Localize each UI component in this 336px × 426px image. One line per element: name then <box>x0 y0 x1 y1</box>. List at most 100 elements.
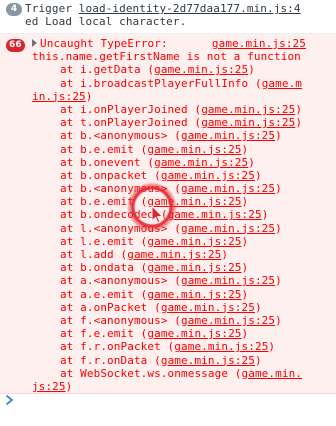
stack-frame-caller: at a.onPacket ( <box>60 300 161 314</box>
stack-frame-source-link[interactable]: game.min.js:25 <box>181 129 275 142</box>
stack-frame-source-link[interactable]: game.min.js:25 <box>181 222 275 235</box>
stack-frame-source-link[interactable]: game.min.js:25 <box>201 116 295 129</box>
stack-frame: at b.ondata (game.min.js:25) <box>32 261 332 274</box>
stack-frame-close: ) <box>248 155 255 169</box>
stack-frame-caller: at i.broadcastPlayerFullInfo ( <box>60 76 262 90</box>
stack-frame: at b.e.emit (game.min.js:25) <box>32 195 332 208</box>
stack-frame: at b.onpacket (game.min.js:25) <box>32 169 332 182</box>
stack-frame: at f.<anonymous> (game.min.js:25) <box>32 314 332 327</box>
stack-frame-close: ) <box>65 379 73 393</box>
stack-frame-caller: at i.getData ( <box>60 63 155 77</box>
stack-frame-close: ) <box>261 208 269 222</box>
console-prompt[interactable] <box>4 392 24 408</box>
stack-frame: at l.add (game.min.js:25) <box>32 248 332 261</box>
stack-frame-source-link[interactable]: game.min.js:25 <box>181 274 275 287</box>
stack-frame-caller: at b.onpacket ( <box>60 168 161 182</box>
console-prompt-icon <box>6 395 13 405</box>
stack-frame: at b.e.emit (game.min.js:25) <box>32 143 332 156</box>
error-header-line[interactable]: Uncaught TypeError: game.min.js:25 <box>32 37 332 50</box>
error-title: Uncaught TypeError: <box>40 37 168 50</box>
error-count-badge: 66 <box>6 39 25 52</box>
error-title-wrap: Uncaught TypeError: <box>32 37 168 50</box>
stack-frame-source-link[interactable]: game.min.js:25 <box>154 63 248 76</box>
stack-frame-source-link[interactable]: game.min.js:25 <box>147 195 241 208</box>
stack-frame-source-link[interactable]: game.min.js:25 <box>147 327 241 340</box>
stack-frame-source-link[interactable]: game.min.js:25 <box>161 169 255 182</box>
stack-frame-close: ) <box>254 168 262 182</box>
stack-frame: at a.onPacket (game.min.js:25) <box>32 301 332 314</box>
stack-frame-caller: at l.<anonymous> ( <box>60 221 182 235</box>
disclosure-triangle-icon[interactable] <box>32 39 37 47</box>
stack-frame-source-link[interactable]: game.min.js:25 <box>147 235 241 248</box>
stack-frame-close: ) <box>268 340 276 354</box>
stack-frame: at b.<anonymous> (game.min.js:25) <box>32 129 332 142</box>
stack-frame-source-link[interactable]: game.min.js:25 <box>181 314 275 327</box>
stack-frame-caller: at b.ondecoded ( <box>60 208 168 222</box>
stack-frame-source-link[interactable]: game.min.js:25 <box>161 354 255 367</box>
error-detail: this.name.getFirstName is not a function <box>32 50 301 64</box>
stack-frame: at i.broadcastPlayerFullInfo (game.m <box>32 77 332 90</box>
stack-frame-close: ) <box>241 142 249 156</box>
stack-frame-source-link[interactable]: game.min.js:25 <box>168 208 262 221</box>
stack-frame-caller: at a.e.emit ( <box>60 287 148 301</box>
stack-frame-close: ) <box>295 102 303 116</box>
stack-frame-caller: at t.onPlayerJoined ( <box>60 116 202 130</box>
console-message-info[interactable]: 4 Trigger load-identity-2d77daa177.min.j… <box>0 0 336 34</box>
stack-frame-source-link[interactable]: in.js:25 <box>32 90 86 103</box>
info-message-line: Trigger load-identity-2d77daa177.min.js:… <box>25 2 332 15</box>
stack-frame-caller: at WebSocket.ws.onmessage ( <box>60 366 242 380</box>
stack-frame-source-link[interactable]: game.min.js:25 <box>174 340 268 353</box>
stack-frame-caller: at b.onevent ( <box>60 155 155 169</box>
stack-frame-caller: at f.r.onPacket ( <box>60 340 175 354</box>
info-message-prefix: Trigger <box>25 2 79 15</box>
stack-frame-close: ) <box>85 89 93 103</box>
stack-frame-caller: at f.r.onData ( <box>60 353 161 367</box>
stack-frame-close: ) <box>248 63 255 77</box>
stack-frame-close: ) <box>241 195 249 209</box>
stack-frame-source-link[interactable]: game.min.js:25 <box>127 248 221 261</box>
stack-frame: at l.<anonymous> (game.min.js:25) <box>32 222 332 235</box>
stack-frame-close: ) <box>275 274 282 288</box>
stack-frame-source-link[interactable]: game.min.js:25 <box>147 143 241 156</box>
stack-frame: at WebSocket.ws.onmessage (game.min. <box>32 367 332 380</box>
stack-trace: at i.getData (game.min.js:25) at i.broadc… <box>32 63 332 393</box>
stack-frame: at f.r.onData (game.min.js:25) <box>32 354 332 367</box>
stack-frame-close: ) <box>241 287 249 301</box>
stack-frame-caller: at a.<anonymous> ( <box>60 274 182 288</box>
stack-frame: at a.e.emit (game.min.js:25) <box>32 288 332 301</box>
stack-frame-close: ) <box>275 313 282 327</box>
info-source-link[interactable]: load-identity-2d77daa177.min.js:4 <box>79 2 301 15</box>
error-source-link[interactable]: game.min.js:25 <box>212 37 306 50</box>
stack-frame-close: ) <box>241 234 249 248</box>
stack-frame-close: ) <box>241 261 249 275</box>
stack-frame: at i.getData (game.min.js:25) <box>32 63 332 76</box>
stack-frame-close: ) <box>254 353 262 367</box>
stack-frame-caller: at i.onPlayerJoined ( <box>60 102 202 116</box>
stack-frame: at b.ondecoded (game.min.js:25) <box>32 208 332 221</box>
stack-frame-caller: at f.<anonymous> ( <box>60 313 182 327</box>
stack-frame: at b.onevent (game.min.js:25) <box>32 156 332 169</box>
stack-frame-source-link[interactable]: game.min.js:25 <box>154 156 248 169</box>
stack-frame-caller: at b.<anonymous> ( <box>60 129 182 143</box>
stack-frame-caller: at b.e.emit ( <box>60 195 148 209</box>
stack-frame-source-link[interactable]: game.min.js:25 <box>147 288 241 301</box>
stack-frame-source-link[interactable]: game.min.js:25 <box>147 261 241 274</box>
stack-frame-source-link[interactable]: game.min. <box>242 367 303 380</box>
stack-frame-source-link[interactable]: js:25 <box>32 380 66 393</box>
stack-frame-caller: at f.e.emit ( <box>60 327 148 341</box>
stack-frame: at t.onPlayerJoined (game.min.js:25) <box>32 116 332 129</box>
stack-frame-source-link[interactable]: game.min.js:25 <box>181 182 275 195</box>
stack-frame-close: ) <box>295 116 303 130</box>
stack-frame-source-link[interactable]: game.m <box>262 77 302 90</box>
stack-frame-caller: at l.e.emit ( <box>60 234 148 248</box>
stack-frame-source-link[interactable]: game.min.js:25 <box>161 301 255 314</box>
stack-frame-close: ) <box>241 327 249 341</box>
stack-frame-close: ) <box>275 182 282 196</box>
stack-frame: at a.<anonymous> (game.min.js:25) <box>32 274 332 287</box>
stack-frame-caller: at l.add ( <box>60 248 128 261</box>
console-message-error[interactable]: 66 Uncaught TypeError: game.min.js:25 th… <box>0 34 336 394</box>
stack-frame-source-link[interactable]: game.min.js:25 <box>201 103 295 116</box>
stack-frame: in.js:25) <box>32 90 332 103</box>
stack-frame: at f.r.onPacket (game.min.js:25) <box>32 340 332 353</box>
console-log: 4 Trigger load-identity-2d77daa177.min.j… <box>0 0 336 405</box>
